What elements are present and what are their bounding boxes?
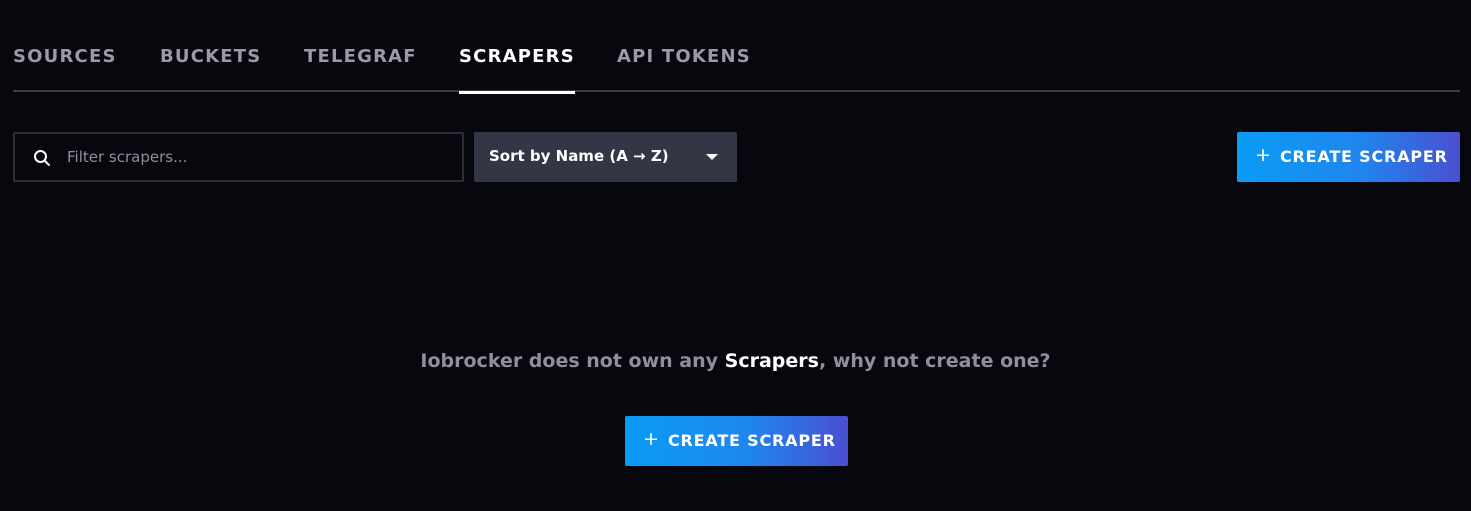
tab-bar: SOURCES BUCKETS TELEGRAF SCRAPERS API TO… — [13, 0, 1460, 94]
plus-icon: + — [1255, 144, 1271, 166]
tab-telegraf[interactable]: TELEGRAF — [304, 46, 417, 92]
create-scraper-label: CREATE SCRAPER — [668, 431, 836, 450]
tab-sources[interactable]: SOURCES — [13, 46, 117, 92]
empty-state-prefix: Iobrocker does not own any — [420, 350, 725, 372]
create-scraper-label: CREATE SCRAPER — [1280, 147, 1448, 166]
search-input[interactable] — [65, 134, 455, 180]
tab-api-tokens[interactable]: API TOKENS — [617, 46, 751, 92]
empty-state-create-scraper-button[interactable]: + CREATE SCRAPER — [625, 416, 848, 466]
empty-state-message: Iobrocker does not own any Scrapers, why… — [0, 350, 1471, 372]
sort-dropdown-label: Sort by Name (A → Z) — [489, 147, 669, 165]
empty-state-suffix: , why not create one? — [818, 350, 1051, 372]
search-icon — [34, 150, 50, 166]
empty-state-highlight: Scrapers — [724, 350, 819, 372]
sort-dropdown[interactable]: Sort by Name (A → Z) — [474, 132, 737, 182]
search-field[interactable] — [13, 132, 464, 182]
create-scraper-button[interactable]: + CREATE SCRAPER — [1237, 132, 1460, 182]
tab-buckets[interactable]: BUCKETS — [160, 46, 261, 92]
chevron-down-icon — [706, 154, 718, 160]
plus-icon: + — [643, 428, 659, 450]
tab-scrapers[interactable]: SCRAPERS — [459, 46, 575, 94]
